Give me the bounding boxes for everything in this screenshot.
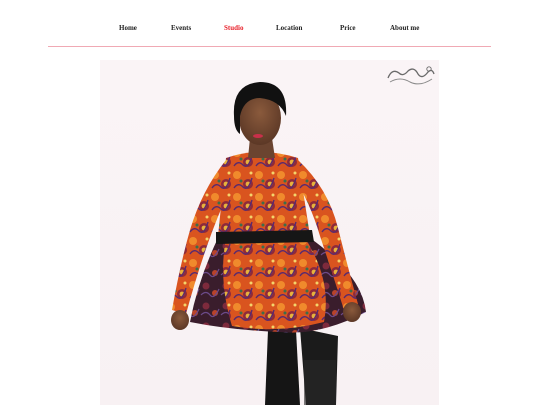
nav-link-events[interactable]: Events: [171, 24, 191, 32]
model-illustration: [171, 82, 366, 405]
nav-divider: [48, 46, 491, 47]
nav-link-location[interactable]: Location: [276, 24, 302, 32]
nav-link-studio[interactable]: Studio: [224, 24, 243, 32]
main-navigation: Home Events Studio Location Price About …: [48, 20, 491, 38]
hero-photo: [100, 60, 439, 405]
nav-link-price[interactable]: Price: [340, 24, 356, 32]
nav-link-home[interactable]: Home: [119, 24, 137, 32]
nav-link-about-me[interactable]: About me: [390, 24, 419, 32]
page: Home Events Studio Location Price About …: [0, 0, 540, 405]
signature-logo-icon: [387, 66, 435, 85]
